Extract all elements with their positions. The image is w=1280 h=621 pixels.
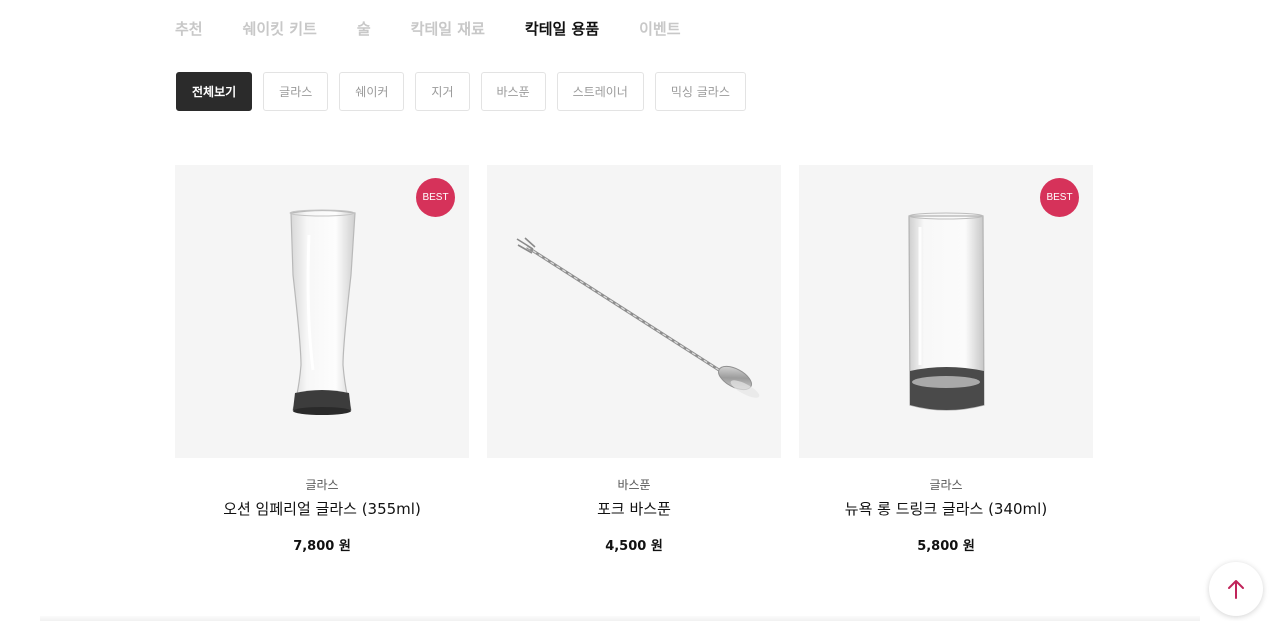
best-badge: BEST bbox=[1040, 178, 1079, 217]
bar-spoon-image bbox=[516, 237, 760, 398]
arrow-up-icon bbox=[1228, 580, 1244, 599]
best-badge: BEST bbox=[416, 178, 455, 217]
filter-glass-button[interactable]: 글라스 bbox=[263, 72, 329, 111]
filter-mixing-glass-button[interactable]: 믹싱 글라스 bbox=[654, 72, 746, 111]
product-card[interactable]: 바스푼 포크 바스푼 4,500 원 bbox=[487, 165, 781, 555]
nav-tab-shakeit-kit[interactable]: 쉐이킷 키트 bbox=[243, 18, 317, 40]
filter-all-button[interactable]: 전체보기 bbox=[176, 72, 253, 111]
product-price: 5,800 원 bbox=[917, 539, 975, 554]
scroll-to-top-button[interactable] bbox=[1209, 562, 1263, 616]
product-category: 바스푼 bbox=[617, 478, 651, 492]
category-nav: 추천 쉐이킷 키트 술 칵테일 재료 칵테일 용품 이벤트 bbox=[175, 18, 721, 40]
product-price: 4,500 원 bbox=[605, 539, 663, 554]
filter-barspoon-button[interactable]: 바스푼 bbox=[480, 72, 546, 111]
filter-shaker-button[interactable]: 쉐이커 bbox=[339, 72, 405, 111]
product-price: 7,800 원 bbox=[293, 539, 351, 554]
nav-tab-event[interactable]: 이벤트 bbox=[639, 18, 680, 40]
product-image[interactable]: BEST bbox=[175, 165, 469, 458]
product-grid: BEST 글라스 오션 임페리얼 글라스 (355ml) 7,800 원 바스푼… bbox=[175, 165, 1111, 555]
product-image[interactable] bbox=[487, 165, 781, 458]
subcategory-filters: 전체보기 글라스 쉐이커 지거 바스푼 스트레이너 믹싱 글라스 bbox=[176, 72, 757, 111]
nav-tab-cocktail-tools[interactable]: 칵테일 용품 bbox=[525, 18, 599, 40]
product-name[interactable]: 오션 임페리얼 글라스 (355ml) bbox=[175, 500, 469, 518]
filter-jigger-button[interactable]: 지거 bbox=[415, 72, 470, 111]
filter-strainer-button[interactable]: 스트레이너 bbox=[556, 72, 644, 111]
nav-tab-recommend[interactable]: 추천 bbox=[175, 18, 203, 40]
product-image[interactable]: BEST bbox=[799, 165, 1093, 458]
nav-tab-cocktail-ingredients[interactable]: 칵테일 재료 bbox=[411, 18, 485, 40]
product-name[interactable]: 포크 바스푼 bbox=[487, 500, 781, 518]
nav-tab-liquor[interactable]: 술 bbox=[357, 18, 371, 40]
product-category: 글라스 bbox=[929, 478, 963, 492]
product-card[interactable]: BEST 글라스 오션 임페리얼 글라스 (355ml) 7,800 원 bbox=[175, 165, 469, 555]
product-card[interactable]: BEST 글라스 뉴욕 롱 드링크 글라스 (340ml) 5,800 원 bbox=[799, 165, 1093, 555]
product-name[interactable]: 뉴욕 롱 드링크 글라스 (340ml) bbox=[799, 500, 1093, 518]
product-category: 글라스 bbox=[305, 478, 339, 492]
next-row-edge bbox=[40, 616, 1200, 621]
